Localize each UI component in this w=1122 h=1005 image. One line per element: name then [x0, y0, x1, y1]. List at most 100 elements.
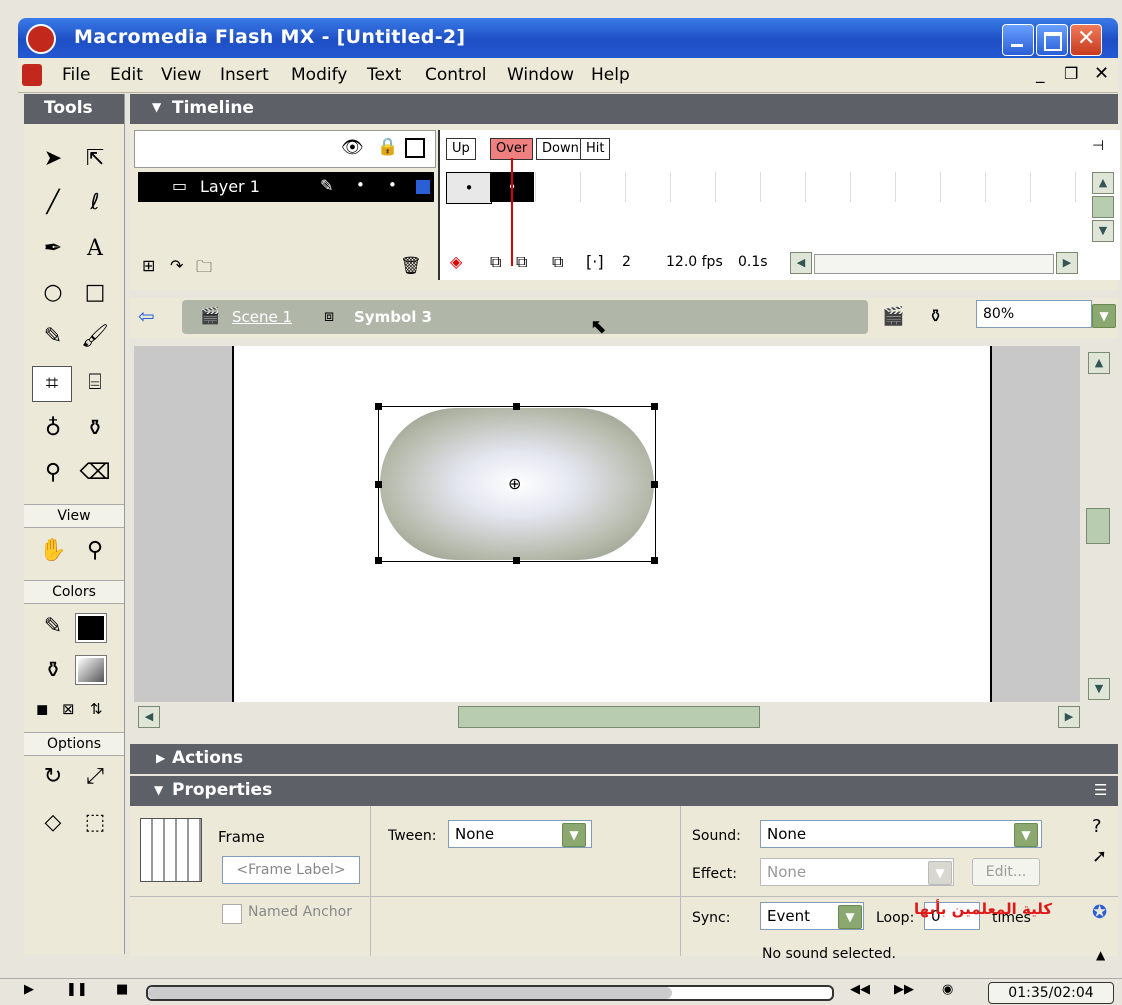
text-tool-icon[interactable]: A — [76, 232, 114, 266]
stroke-color-swatch[interactable] — [75, 613, 107, 643]
layer-color-swatch[interactable] — [416, 180, 430, 194]
doc-minimize-icon[interactable]: _ — [1036, 64, 1045, 84]
timeline-scroll-right[interactable]: ▶ — [1056, 252, 1078, 274]
lasso-tool-icon[interactable]: ℓ — [76, 186, 114, 220]
frame-label-up[interactable]: Up — [446, 138, 476, 160]
frame-label-over[interactable]: Over — [490, 138, 534, 160]
volume-icon[interactable]: ◉ — [942, 982, 953, 1002]
actions-panel-header[interactable]: ▶ Actions — [130, 744, 1118, 774]
stage-canvas[interactable]: ⊕ — [232, 346, 992, 702]
transform-handle[interactable] — [513, 557, 520, 564]
timeline-scroll-down[interactable]: ▼ — [1092, 220, 1114, 242]
stage-scroll-down[interactable]: ▼ — [1088, 678, 1110, 700]
pen-tool-icon[interactable]: ✒ — [34, 232, 72, 266]
onion-outline-icon[interactable]: ⧉ — [516, 252, 527, 272]
frame-cells[interactable] — [446, 172, 1086, 202]
eyedropper-tool-icon[interactable]: ⚲ — [34, 456, 72, 490]
frame-label-input[interactable]: <Frame Label> — [222, 856, 360, 884]
transform-handle[interactable] — [513, 403, 520, 410]
pencil-tool-icon[interactable]: ✎ — [34, 320, 72, 354]
maximize-button[interactable] — [1036, 24, 1068, 56]
doc-close-icon[interactable]: ✕ — [1094, 63, 1109, 84]
free-transform-tool-icon[interactable]: ⌗ — [32, 366, 72, 402]
rectangle-tool-icon[interactable]: □ — [76, 276, 114, 310]
edit-symbols-icon[interactable]: ⚱ — [928, 306, 943, 327]
scale-option-icon[interactable]: ⤢ — [76, 760, 114, 794]
envelope-option-icon[interactable]: ⬚ — [76, 806, 114, 840]
transform-handle[interactable] — [375, 557, 382, 564]
properties-panel-header[interactable]: ▼ Properties ☰ — [130, 776, 1118, 806]
accessibility-icon[interactable]: ✪ — [1092, 902, 1107, 923]
menu-file[interactable]: File — [62, 65, 90, 85]
brush-tool-icon[interactable]: 🖌 — [76, 320, 114, 354]
layer-row[interactable]: ▭ Layer 1 ✎ • • — [138, 172, 434, 202]
play-icon[interactable]: ▶ — [24, 982, 34, 1002]
transform-handle[interactable] — [651, 557, 658, 564]
zoom-tool-icon[interactable]: ⚲ — [76, 534, 114, 568]
zoom-select[interactable]: 80% — [976, 300, 1092, 328]
eraser-tool-icon[interactable]: ⌫ — [76, 456, 114, 490]
menu-modify[interactable]: Modify — [291, 65, 347, 85]
modify-markers-icon[interactable]: [·] — [586, 252, 604, 271]
outline-icon[interactable] — [405, 138, 425, 158]
panel-options-icon[interactable]: ☰ — [1094, 781, 1107, 799]
visibility-dot[interactable]: • — [356, 176, 365, 194]
timeline-menu-icon[interactable]: ⊣ — [1092, 138, 1104, 154]
center-frame-icon[interactable]: ◈ — [450, 252, 462, 271]
add-guide-layer-icon[interactable]: ↷ — [170, 256, 183, 275]
paint-bucket-tool-icon[interactable]: ⚱ — [76, 412, 114, 446]
back-arrow-icon[interactable]: ⇦ — [138, 304, 155, 328]
named-anchor-checkbox[interactable] — [222, 904, 242, 924]
stop-icon[interactable]: ■ — [116, 982, 128, 1002]
onion-skin-icon[interactable]: ⧉ — [490, 252, 501, 272]
hand-tool-icon[interactable]: ✋ — [34, 534, 72, 568]
stage-scroll-right[interactable]: ▶ — [1058, 706, 1080, 728]
rotate-option-icon[interactable]: ↻ — [34, 760, 72, 794]
menu-window[interactable]: Window — [507, 65, 574, 85]
zoom-dropdown-icon[interactable]: ▼ — [1092, 304, 1116, 328]
fill-color-swatch[interactable] — [75, 655, 107, 685]
eye-icon[interactable]: 👁 — [341, 137, 364, 158]
expand-panel-icon[interactable]: ➚ — [1092, 846, 1107, 867]
subselect-tool-icon[interactable]: ⇱ — [76, 142, 114, 176]
arrow-tool-icon[interactable]: ➤ — [34, 142, 72, 176]
swap-colors-icon[interactable]: ⇅ — [90, 700, 103, 718]
close-button[interactable]: ✕ — [1070, 24, 1102, 56]
insert-folder-icon[interactable]: 🗀 — [196, 256, 212, 283]
frame-label-hit[interactable]: Hit — [580, 138, 611, 160]
timeline-hscroll[interactable] — [814, 254, 1054, 274]
transform-handle[interactable] — [375, 403, 382, 410]
edit-multiple-icon[interactable]: ⧉ — [552, 252, 563, 272]
scene-link[interactable]: Scene 1 — [232, 308, 292, 326]
menu-edit[interactable]: Edit — [110, 65, 143, 85]
menu-help[interactable]: Help — [591, 65, 630, 85]
menu-text[interactable]: Text — [367, 65, 401, 85]
line-tool-icon[interactable]: ╱ — [34, 186, 72, 220]
black-white-icon[interactable]: ◼ — [36, 700, 48, 718]
stage-vscroll-thumb[interactable] — [1086, 508, 1110, 544]
timeline-vscroll[interactable] — [1092, 196, 1114, 218]
distort-option-icon[interactable]: ◇ — [34, 806, 72, 840]
stage-scroll-left[interactable]: ◀ — [138, 706, 160, 728]
tween-dropdown-icon[interactable]: ▼ — [562, 823, 586, 847]
lock-dot[interactable]: • — [388, 176, 397, 194]
menu-insert[interactable]: Insert — [220, 65, 269, 85]
transform-handle[interactable] — [651, 481, 658, 488]
collapse-panel-icon[interactable]: ▲ — [1096, 948, 1105, 962]
minimize-button[interactable] — [1002, 24, 1034, 56]
oval-tool-icon[interactable]: ○ — [34, 276, 72, 310]
timeline-header[interactable]: ▼ Timeline — [130, 94, 1118, 124]
ink-bottle-tool-icon[interactable]: ♁ — [34, 412, 72, 446]
insert-layer-icon[interactable]: ⊞ — [142, 256, 155, 275]
sound-dropdown-icon[interactable]: ▼ — [1014, 823, 1038, 847]
lock-icon[interactable]: 🔒 — [377, 137, 398, 157]
menu-view[interactable]: View — [161, 65, 201, 85]
help-icon[interactable]: ? — [1092, 816, 1102, 837]
doc-restore-icon[interactable]: ❐ — [1064, 64, 1078, 83]
transform-handle[interactable] — [375, 481, 382, 488]
keyframe-1[interactable]: • — [446, 172, 492, 204]
menu-control[interactable]: Control — [425, 65, 486, 85]
no-color-icon[interactable]: ⊠ — [62, 700, 75, 718]
stage-hscroll-thumb[interactable] — [458, 706, 760, 728]
timeline-scroll-left[interactable]: ◀ — [790, 252, 812, 274]
